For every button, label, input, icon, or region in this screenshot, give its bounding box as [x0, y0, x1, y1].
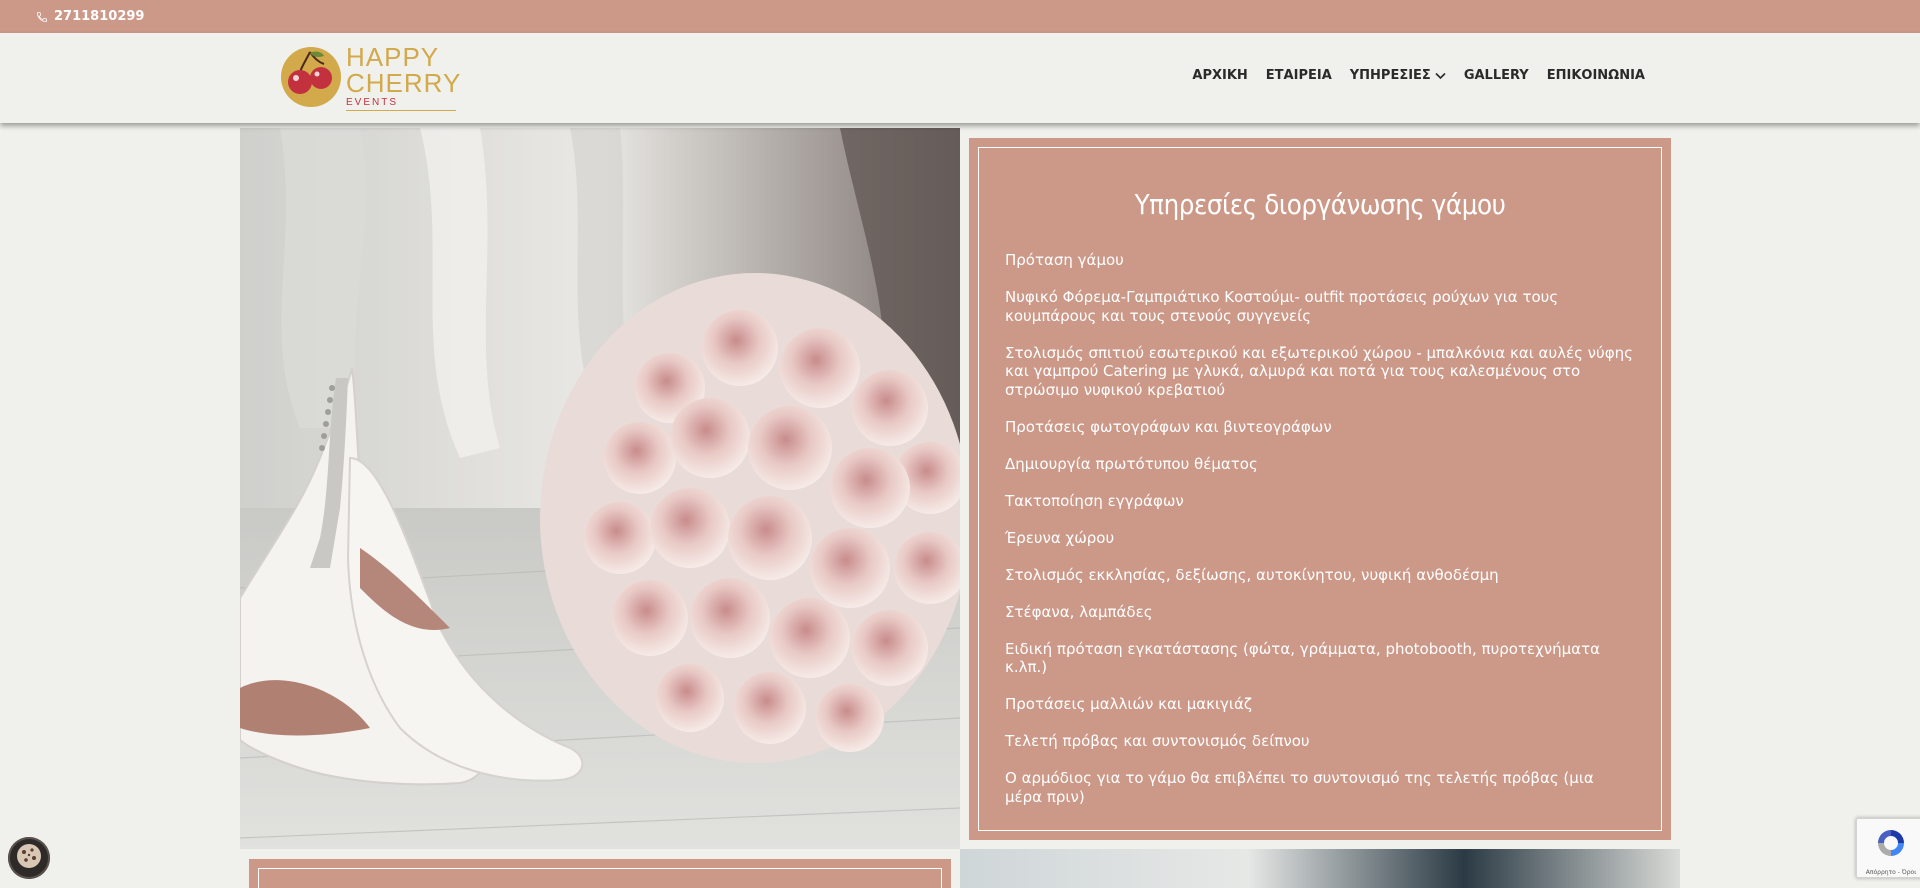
list-item: Δημιουργία πρωτότυπου θέματος	[1005, 454, 1258, 473]
logo-wordmark: HAPPY CHERRY EVENTS	[346, 44, 461, 111]
services-title: Υπηρεσίες διοργάνωσης γάμου	[1134, 188, 1506, 221]
list-item: Ο αρμόδιος για το γάμο θα επιβλέπει το σ…	[1005, 769, 1594, 806]
site-logo[interactable]: HAPPY CHERRY EVENTS	[280, 44, 462, 111]
nav-item-contact[interactable]: ΕΠΙΚΟΙΝΩΝΙΑ	[1547, 68, 1645, 83]
recaptcha-badge[interactable]: Απόρρητο - Όροι	[1856, 818, 1920, 878]
nav-item-label: ΥΠΗΡΕΣΙΕΣ	[1349, 68, 1431, 83]
nav-item-label: ΕΤΑΙΡΕΙΑ	[1265, 68, 1332, 83]
recaptcha-terms[interactable]: Απόρρητο - Όροι	[1866, 869, 1916, 876]
list-item: Στολισμός σπιτιού εσωτερικού και εξωτερι…	[1005, 343, 1633, 399]
list-item: Ειδική πρόταση εγκατάστασης (φώτα, γράμμ…	[1005, 639, 1600, 677]
list-item: Στέφανα, λαμπάδες	[1005, 602, 1153, 621]
logo-line-events: EVENTS	[346, 97, 456, 111]
services-list: Πρόταση γάμου Νυφικό Φόρεμα-Γαμπριάτικο …	[1005, 251, 1635, 806]
list-item: Έρευνα χώρου	[1005, 528, 1115, 547]
next-section-photo	[960, 849, 1680, 888]
next-section-panel	[249, 859, 951, 888]
list-item: Στολισμός εκκλησίας, δεξίωσης, αυτοκίνητ…	[1005, 565, 1499, 584]
cherry-logo-icon	[281, 47, 341, 107]
next-section-panel-frame	[258, 868, 942, 888]
logo-line-happy: HAPPY	[346, 41, 440, 72]
nav-item-company[interactable]: ΕΤΑΙΡΕΙΑ	[1266, 68, 1332, 83]
main-nav: ΑΡΧΙΚΗ ΕΤΑΙΡΕΙΑ ΥΠΗΡΕΣΙΕΣ GALLERY ΕΠΙΚΟΙ…	[1174, 68, 1645, 83]
list-item: Προτάσεις φωτογράφων και βιντεογράφων	[1005, 417, 1332, 436]
top-bar: 2711810299	[0, 0, 1920, 33]
list-item: Πρόταση γάμου	[1005, 251, 1124, 269]
chevron-down-icon	[1435, 72, 1446, 80]
nav-item-home[interactable]: ΑΡΧΙΚΗ	[1192, 68, 1247, 83]
list-item: Προτάσεις μαλλιών και μακιγιάζ	[1005, 695, 1253, 713]
nav-item-gallery[interactable]: GALLERY	[1464, 68, 1529, 83]
services-panel: Υπηρεσίες διοργάνωσης γάμου Πρόταση γάμο…	[969, 138, 1671, 840]
cookie-settings-button[interactable]	[8, 837, 50, 879]
nav-item-label: ΑΡΧΙΚΗ	[1192, 68, 1248, 83]
list-item: Νυφικό Φόρεμα-Γαμπριάτικο Κοστούμι- outf…	[1005, 288, 1559, 325]
nav-item-label: ΕΠΙΚΟΙΝΩΝΙΑ	[1546, 68, 1645, 83]
phone-number[interactable]: 2711810299	[54, 9, 144, 24]
services-panel-frame: Υπηρεσίες διοργάνωσης γάμου Πρόταση γάμο…	[978, 147, 1662, 831]
site-header: HAPPY CHERRY EVENTS ΑΡΧΙΚΗ ΕΤΑΙΡΕΙΑ ΥΠΗΡ…	[0, 33, 1920, 123]
list-item: Τελετή πρόβας και συντονισμός δείπνου	[1005, 732, 1310, 750]
wedding-photo	[240, 128, 960, 849]
logo-line-cherry: CHERRY	[346, 67, 462, 98]
phone-icon	[34, 9, 50, 25]
nav-item-services[interactable]: ΥΠΗΡΕΣΙΕΣ	[1350, 68, 1446, 83]
recaptcha-icon	[1875, 827, 1907, 863]
list-item: Τακτοποίηση εγγράφων	[1005, 491, 1184, 510]
nav-item-label: GALLERY	[1463, 68, 1529, 83]
cookie-icon	[14, 841, 44, 875]
